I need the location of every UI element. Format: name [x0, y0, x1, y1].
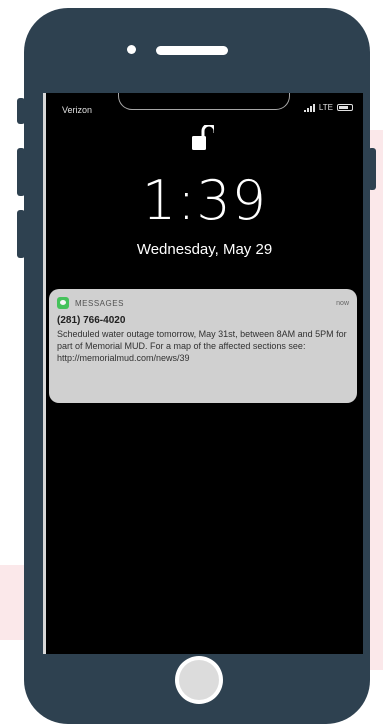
- message-notification[interactable]: MESSAGES now (281) 766-4020 Scheduled wa…: [49, 289, 357, 403]
- battery-icon: [337, 104, 353, 111]
- message-body: Scheduled water outage tomorrow, May 31s…: [57, 329, 347, 363]
- signal-bars-icon: [303, 103, 315, 112]
- speaker-grille: [156, 46, 228, 55]
- app-name: MESSAGES: [75, 298, 124, 308]
- messages-icon: [57, 297, 69, 309]
- background-accent-right: [370, 130, 383, 670]
- lock-screen[interactable]: Verizon LTE 1:39 Wednesday, May 29 MESSA…: [43, 93, 363, 654]
- notch: [118, 93, 290, 110]
- status-indicators: LTE: [303, 103, 353, 112]
- background-accent-left: [0, 565, 26, 640]
- notification-header: MESSAGES now: [57, 297, 349, 309]
- front-camera: [127, 45, 136, 54]
- clock-time: 1:39: [141, 169, 268, 232]
- home-button-face[interactable]: [179, 660, 219, 700]
- phone-frame: Verizon LTE 1:39 Wednesday, May 29 MESSA…: [24, 8, 370, 724]
- notification-time: now: [336, 299, 349, 307]
- clock-date: Wednesday, May 29: [136, 241, 273, 258]
- carrier-label: Verizon: [62, 105, 93, 115]
- sender-number: (281) 766-4020: [57, 315, 126, 326]
- unlocked-padlock-icon: [192, 123, 217, 156]
- notification-app: MESSAGES: [57, 297, 124, 309]
- network-type: LTE: [318, 103, 333, 112]
